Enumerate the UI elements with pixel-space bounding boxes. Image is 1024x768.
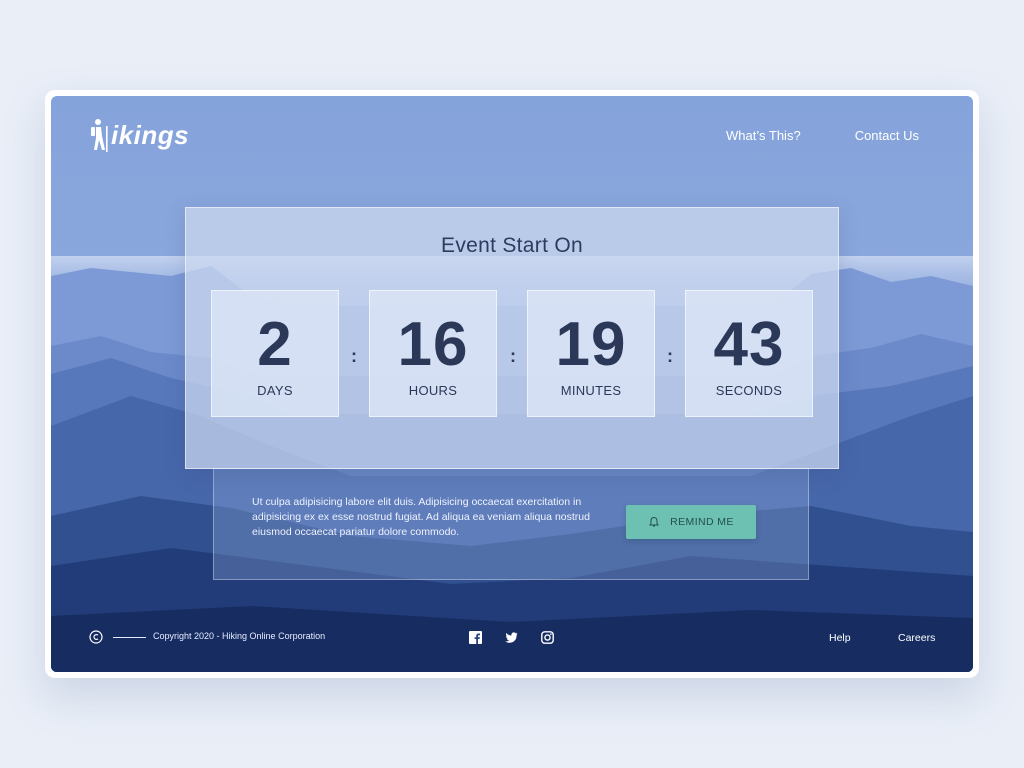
footer-divider	[113, 637, 146, 638]
top-nav: What’s This? Contact Us	[726, 128, 919, 143]
countdown-days-value: 2	[257, 310, 293, 379]
browser-frame: ikings What’s This? Contact Us Ut culpa …	[45, 90, 979, 678]
countdown-hours: 16 HOURS	[369, 290, 497, 417]
countdown-separator: :	[510, 346, 516, 366]
footer-help-link[interactable]: Help	[829, 632, 851, 644]
countdown-separator: :	[351, 346, 357, 366]
countdown-hours-label: HOURS	[408, 383, 458, 398]
brand-name: ikings	[111, 119, 190, 150]
bell-icon	[649, 516, 660, 527]
remind-me-button[interactable]: REMIND ME	[626, 505, 756, 539]
countdown-minutes: 19 MINUTES	[527, 290, 655, 417]
countdown-separator: :	[667, 346, 673, 366]
countdown-days: 2 DAYS	[211, 290, 339, 417]
event-title: Event Start On	[441, 234, 583, 257]
hiker-icon	[91, 119, 108, 152]
event-info-panel: Ut culpa adipisicing labore elit duis. A…	[213, 468, 809, 580]
copyright-text: Copyright 2020 - Hiking Online Corporati…	[153, 631, 326, 641]
twitter-icon[interactable]	[505, 631, 518, 644]
copyright-icon	[89, 630, 103, 644]
social-links	[469, 631, 554, 644]
countdown-days-label: DAYS	[257, 383, 293, 398]
countdown-card: Event Start On 2 DAYS : 16 HOURS : 19 MI…	[185, 207, 839, 469]
event-description: Ut culpa adipisicing labore elit duis. A…	[252, 496, 590, 538]
nav-contact-us[interactable]: Contact Us	[855, 128, 919, 143]
brand-logo[interactable]: ikings	[89, 118, 189, 152]
countdown-minutes-label: MINUTES	[560, 383, 622, 398]
countdown-minutes-value: 19	[555, 310, 627, 379]
countdown-seconds: 43 SECONDS	[685, 290, 813, 417]
countdown-seconds-label: SECONDS	[715, 383, 783, 398]
remind-me-label: REMIND ME	[670, 516, 734, 528]
footer: Copyright 2020 - Hiking Online Corporati…	[51, 626, 973, 656]
nav-whats-this[interactable]: What’s This?	[726, 128, 801, 143]
hero-screen: ikings What’s This? Contact Us Ut culpa …	[51, 96, 973, 672]
countdown-hours-value: 16	[397, 310, 469, 379]
instagram-icon[interactable]	[541, 631, 554, 644]
facebook-icon[interactable]	[469, 631, 482, 644]
footer-careers-link[interactable]: Careers	[898, 632, 935, 644]
countdown-seconds-value: 43	[713, 310, 785, 379]
